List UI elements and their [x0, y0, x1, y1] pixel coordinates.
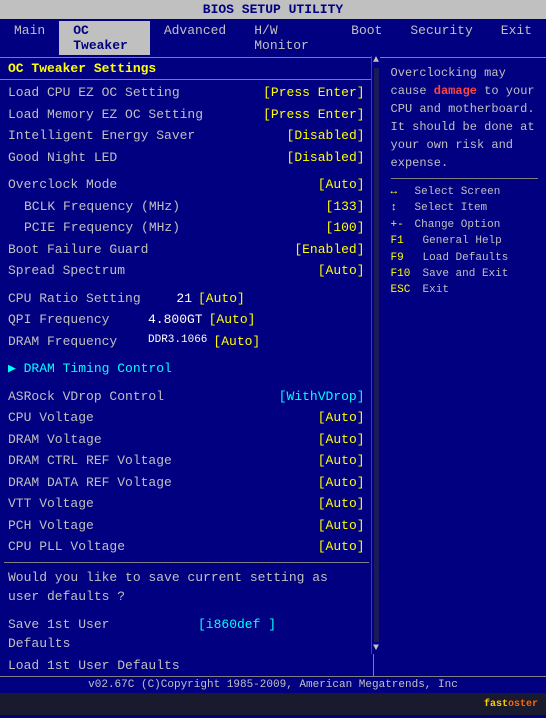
nav-boot[interactable]: Boot — [337, 21, 396, 55]
key-f1: F1 General Help — [391, 234, 538, 249]
row-save-1st[interactable]: Save 1st User Defaults [i860def ] — [4, 614, 369, 655]
key-select-screen: ↔ Select Screen — [391, 185, 538, 200]
title-text: BIOS SETUP UTILITY — [203, 2, 343, 17]
row-dram-freq[interactable]: DRAM Frequency DDR3.1066 [Auto] — [4, 331, 369, 353]
row-vtt-voltage[interactable]: VTT Voltage [Auto] — [4, 493, 369, 515]
help-damage: damage — [434, 84, 477, 98]
nav-hw-monitor[interactable]: H/W Monitor — [240, 21, 337, 55]
row-cpu-pll-voltage[interactable]: CPU PLL Voltage [Auto] — [4, 536, 369, 558]
scroll-up-arrow[interactable]: ▲ — [373, 56, 379, 66]
logo-oster: oster — [508, 699, 538, 710]
scroll-track — [374, 68, 379, 642]
row-vdrop-ctrl[interactable]: ASRock VDrop Control [WithVDrop] — [4, 386, 369, 408]
row-dram-voltage[interactable]: DRAM Voltage [Auto] — [4, 429, 369, 451]
title-bar: BIOS SETUP UTILITY — [0, 0, 546, 19]
row-qpi-freq[interactable]: QPI Frequency 4.800GT [Auto] — [4, 309, 369, 331]
row-overclock-mode[interactable]: Overclock Mode [Auto] — [4, 174, 369, 196]
nav-advanced[interactable]: Advanced — [150, 21, 240, 55]
nav-bar: Main OC Tweaker Advanced H/W Monitor Boo… — [0, 19, 546, 58]
row-save-defaults-question: Would you like to save current setting a… — [4, 567, 369, 608]
row-energy-saver[interactable]: Intelligent Energy Saver [Disabled] — [4, 125, 369, 147]
row-pch-voltage[interactable]: PCH Voltage [Auto] — [4, 515, 369, 537]
panel-content: Load CPU EZ OC Setting [Press Enter] Loa… — [0, 80, 373, 676]
scroll-down-arrow[interactable]: ▼ — [373, 644, 379, 654]
panel-title: OC Tweaker Settings — [0, 58, 373, 80]
nav-main[interactable]: Main — [0, 21, 59, 55]
bottom-bar: v02.67C (C)Copyright 1985-2009, American… — [0, 676, 546, 693]
row-load-1st[interactable]: Load 1st User Defaults — [4, 655, 369, 677]
right-divider — [391, 178, 538, 179]
row-load-mem-ez[interactable]: Load Memory EZ OC Setting [Press Enter] — [4, 104, 369, 126]
row-spread-spectrum[interactable]: Spread Spectrum [Auto] — [4, 260, 369, 282]
key-f9: F9 Load Defaults — [391, 251, 538, 266]
nav-oc-tweaker[interactable]: OC Tweaker — [59, 21, 150, 55]
left-panel: OC Tweaker Settings Load CPU EZ OC Setti… — [0, 58, 374, 676]
nav-exit[interactable]: Exit — [487, 21, 546, 55]
row-boot-failure-guard[interactable]: Boot Failure Guard [Enabled] — [4, 239, 369, 261]
copyright-text: v02.67C (C)Copyright 1985-2009, American… — [88, 679, 458, 691]
key-esc: ESC Exit — [391, 283, 538, 298]
logo-prefix: fast — [484, 699, 508, 710]
help-text: Overclocking may cause damage to your CP… — [391, 64, 538, 172]
main-layout: OC Tweaker Settings Load CPU EZ OC Setti… — [0, 58, 546, 676]
right-panel: Overclocking may cause damage to your CP… — [383, 58, 546, 676]
row-cpu-voltage[interactable]: CPU Voltage [Auto] — [4, 407, 369, 429]
scrollbar[interactable]: ▲ ▼ — [371, 56, 380, 654]
logo-bar: fastoster — [0, 693, 546, 715]
key-select-item: ↕ Select Item — [391, 201, 538, 216]
row-load-cpu-ez[interactable]: Load CPU EZ OC Setting [Press Enter] — [4, 82, 369, 104]
nav-security[interactable]: Security — [396, 21, 486, 55]
row-dram-timing[interactable]: ▶ DRAM Timing Control — [4, 358, 369, 380]
row-cpu-ratio[interactable]: CPU Ratio Setting 21 [Auto] — [4, 288, 369, 310]
row-pcie-freq[interactable]: PCIE Frequency (MHz) [100] — [4, 217, 369, 239]
row-dram-data-ref[interactable]: DRAM DATA REF Voltage [Auto] — [4, 472, 369, 494]
key-f10: F10 Save and Exit — [391, 267, 538, 282]
row-dram-ctrl-ref[interactable]: DRAM CTRL REF Voltage [Auto] — [4, 450, 369, 472]
row-bclk-freq[interactable]: BCLK Frequency (MHz) [133] — [4, 196, 369, 218]
row-good-night-led[interactable]: Good Night LED [Disabled] — [4, 147, 369, 169]
key-change-option: +- Change Option — [391, 218, 538, 233]
